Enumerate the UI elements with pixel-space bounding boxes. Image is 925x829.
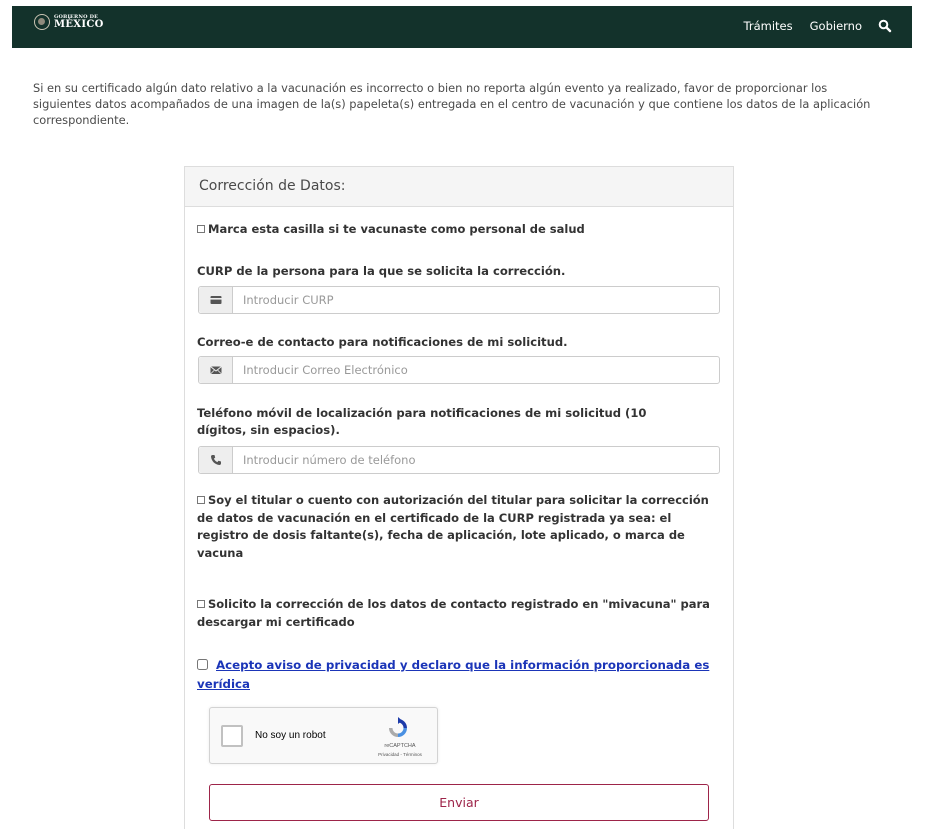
contact-correction-checkbox[interactable] [197,600,205,608]
curp-label: CURP de la persona para la que se solici… [197,264,566,278]
health-staff-checkbox[interactable] [197,225,205,233]
contact-correction-label: Solicito la corrección de los datos de c… [197,597,710,629]
health-staff-checkbox-row[interactable]: Marca esta casilla si te vacunaste como … [197,221,717,239]
phone-icon [199,447,233,473]
phone-input-group [198,446,720,474]
privacy-checkbox[interactable] [197,659,208,670]
curp-input-group [198,286,720,314]
envelope-icon [199,357,233,383]
recaptcha-terms-link[interactable]: Privacidad - Términos [365,752,435,757]
phone-label: Teléfono móvil de localización para noti… [197,406,647,437]
owner-authorization-checkbox[interactable] [197,496,205,504]
recaptcha-label: No soy un robot [255,730,326,741]
logo-text: GOBIERNO DE MÉXICO [54,14,104,30]
nav-tramites-link[interactable]: Trámites [744,19,793,33]
nav-links: Trámites Gobierno [727,19,892,33]
phone-input[interactable] [233,447,719,473]
search-icon[interactable] [878,19,892,33]
curp-input[interactable] [233,287,719,313]
logo-big-text: MÉXICO [54,18,104,30]
email-label: Correo-e de contacto para notificaciones… [197,335,568,349]
panel-title: Corrección de Datos: [185,167,733,207]
health-staff-checkbox-label: Marca esta casilla si te vacunaste como … [208,222,585,236]
gobierno-mexico-logo[interactable]: GOBIERNO DE MÉXICO [34,14,104,30]
owner-authorization-checkbox-row[interactable]: Soy el titular o cuento con autorización… [197,492,719,562]
contact-correction-checkbox-row[interactable]: Solicito la corrección de los datos de c… [197,596,717,631]
intro-paragraph: Si en su certificado algún dato relativo… [33,81,871,127]
privacy-notice-link[interactable]: Acepto aviso de privacidad y declaro que… [197,658,709,691]
privacy-row: Acepto aviso de privacidad y declaro que… [197,656,727,694]
recaptcha-logo-icon [389,717,407,737]
top-navbar: GOBIERNO DE MÉXICO Trámites Gobierno [12,6,912,48]
email-input[interactable] [233,357,719,383]
nav-gobierno-link[interactable]: Gobierno [810,19,862,33]
recaptcha-widget: No soy un robot reCAPTCHA Privacidad - T… [209,707,438,764]
email-input-group [198,356,720,384]
national-seal-icon [34,14,50,30]
recaptcha-checkbox[interactable] [221,725,243,747]
submit-button[interactable]: Enviar [209,784,709,821]
recaptcha-brand: reCAPTCHA [384,743,416,749]
id-card-icon [199,287,233,313]
owner-authorization-label: Soy el titular o cuento con autorización… [197,493,709,560]
